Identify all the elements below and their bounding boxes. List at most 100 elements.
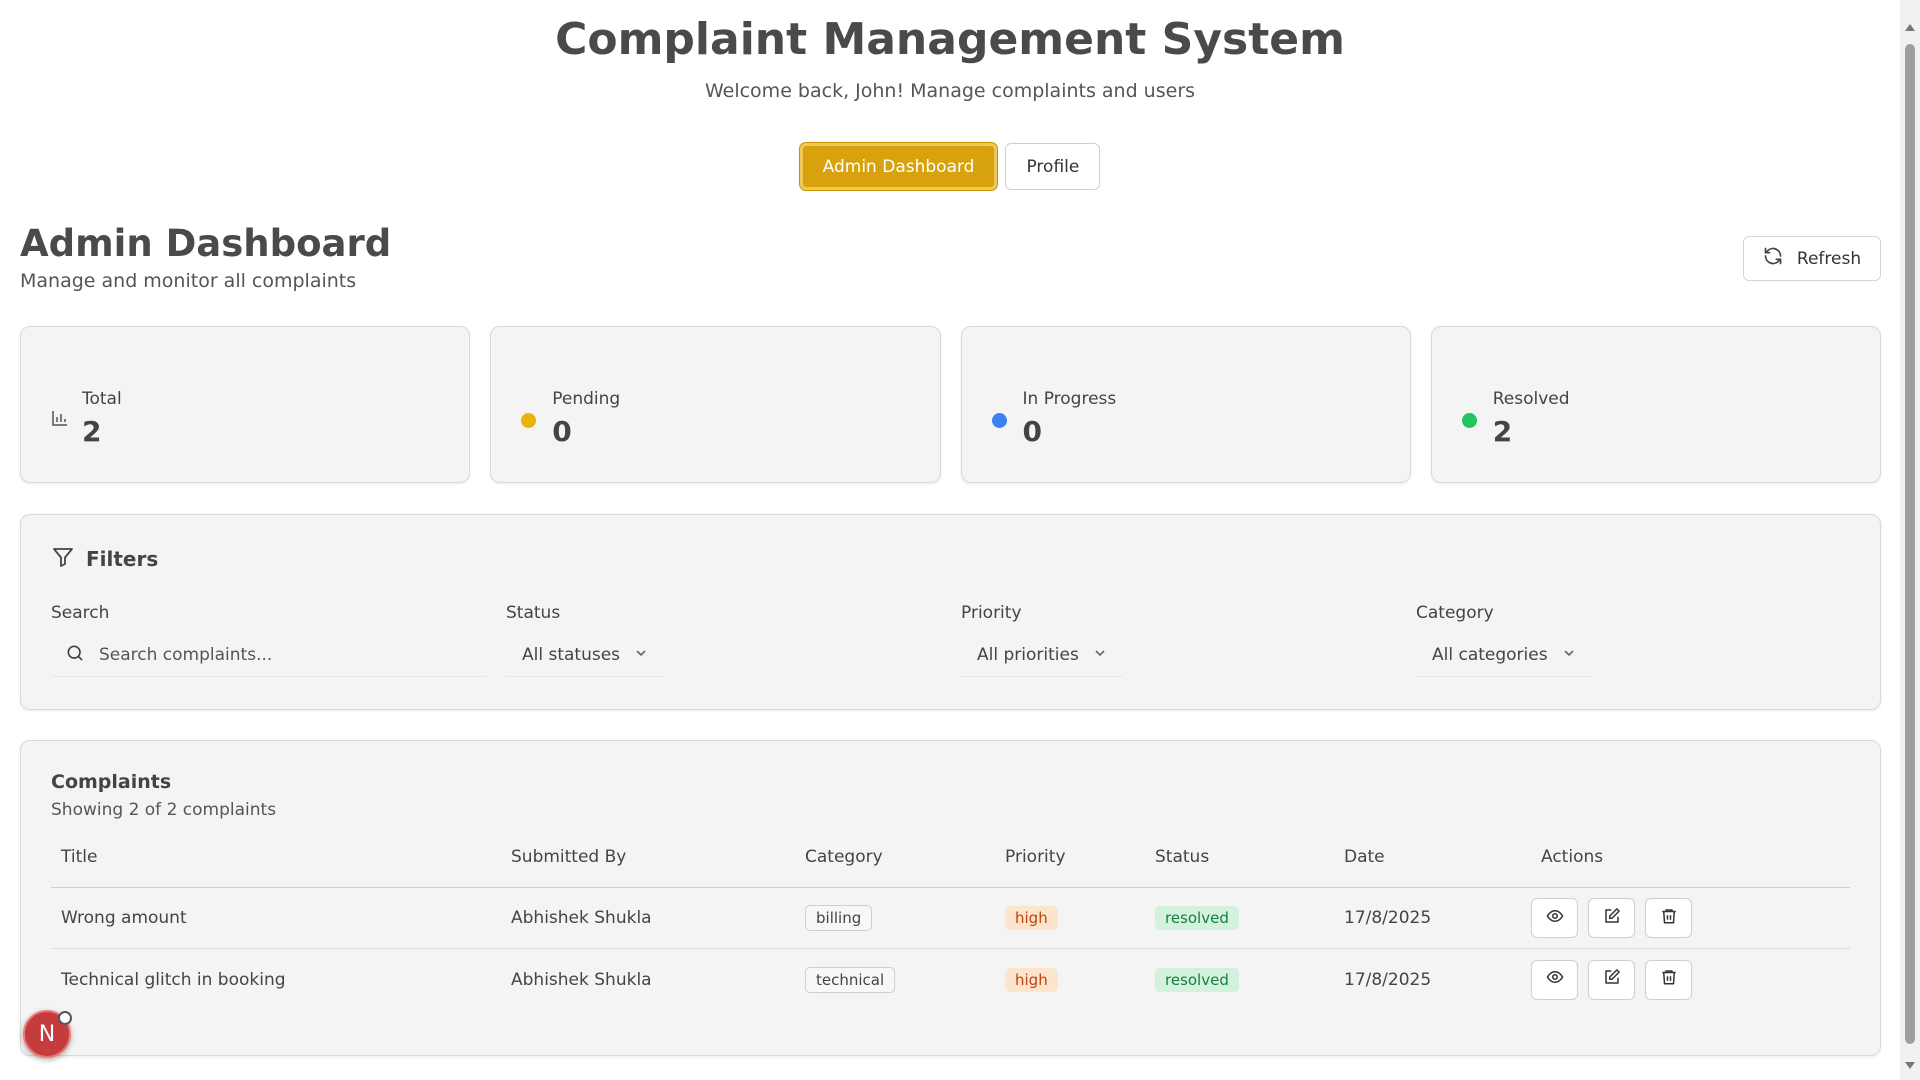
view-button[interactable]	[1531, 959, 1578, 1000]
stat-card-pending: Pending 0	[490, 326, 941, 483]
status-badge: resolved	[1155, 967, 1239, 992]
table-row: Technical glitch in booking Abhishek Shu…	[51, 949, 1850, 1010]
eye-icon	[1546, 907, 1564, 930]
stat-card-total: Total 2	[20, 326, 471, 483]
stat-label: Pending	[552, 389, 621, 409]
stats-row: Total 2 Pending 0 In Progress 0 Resolved…	[20, 326, 1881, 483]
in-progress-dot-icon	[991, 413, 1007, 428]
column-header: Date	[1344, 847, 1385, 867]
complaints-table: Title Submitted By Category Priority Sta…	[51, 847, 1850, 1010]
trash-icon	[1660, 907, 1678, 930]
search-box	[51, 633, 486, 677]
stat-value: 0	[552, 415, 572, 448]
table-header: Title Submitted By Category Priority Sta…	[51, 847, 1850, 888]
complaint-submitter: Abhishek Shukla	[511, 908, 652, 928]
column-header: Category	[805, 847, 883, 867]
complaint-title: Wrong amount	[61, 908, 187, 928]
complaints-title: Complaints	[51, 771, 172, 793]
priority-badge: high	[1005, 906, 1058, 930]
row-actions	[1531, 888, 1692, 948]
delete-button[interactable]	[1645, 898, 1692, 938]
stat-label: Total	[82, 389, 122, 409]
stat-value: 2	[1492, 415, 1513, 448]
complaint-date: 17/8/2025	[1344, 969, 1432, 990]
dev-tools-indicator	[58, 1011, 72, 1025]
search-filter: Search	[51, 603, 486, 677]
resolved-dot-icon	[1461, 413, 1477, 428]
edit-icon	[1603, 907, 1621, 930]
vertical-scrollbar[interactable]	[1900, 0, 1920, 1080]
status-label: Status	[506, 603, 561, 623]
priority-select-value: All priorities	[977, 644, 1079, 665]
column-header: Title	[61, 847, 98, 867]
stat-label: Resolved	[1492, 389, 1570, 409]
edit-button[interactable]	[1588, 959, 1635, 1000]
priority-badge: high	[1005, 967, 1058, 992]
complaint-date: 17/8/2025	[1344, 908, 1432, 928]
trash-icon	[1660, 968, 1678, 991]
view-button[interactable]	[1531, 898, 1578, 938]
column-header: Submitted By	[511, 847, 627, 867]
chevron-down-icon	[1093, 645, 1107, 665]
row-actions	[1531, 949, 1692, 1010]
tab-admin-dashboard[interactable]: Admin Dashboard	[799, 143, 998, 190]
tab-profile[interactable]: Profile	[1005, 143, 1101, 190]
refresh-icon	[1763, 246, 1783, 271]
scroll-up-arrow-icon[interactable]	[1905, 24, 1915, 31]
status-select-value: All statuses	[522, 644, 621, 665]
edit-icon	[1603, 968, 1621, 991]
scroll-thumb[interactable]	[1905, 44, 1915, 1044]
bar-chart-icon	[51, 409, 69, 431]
page: Complaint Management System Welcome back…	[0, 0, 1900, 1080]
complaints-count: Showing 2 of 2 complaints	[51, 800, 277, 820]
status-badge: resolved	[1155, 906, 1239, 930]
app-subtitle: Welcome back, John! Manage complaints an…	[704, 80, 1196, 102]
filter-icon	[51, 545, 75, 573]
stat-value: 2	[82, 415, 102, 448]
search-label: Search	[51, 603, 110, 623]
complaint-title: Technical glitch in booking	[61, 969, 286, 990]
edit-button[interactable]	[1588, 898, 1635, 938]
chevron-down-icon	[1562, 645, 1576, 665]
category-badge: technical	[805, 966, 896, 993]
stat-label: In Progress	[1022, 389, 1117, 409]
column-header: Actions	[1541, 847, 1604, 867]
filters-header: Filters	[51, 545, 158, 573]
chevron-down-icon	[634, 645, 648, 665]
priority-select[interactable]: All priorities	[961, 633, 1123, 677]
eye-icon	[1546, 968, 1564, 991]
delete-button[interactable]	[1645, 959, 1692, 1000]
category-label: Category	[1416, 603, 1494, 623]
stat-card-resolved: Resolved 2	[1430, 326, 1881, 483]
filters-panel: Filters Search Status All statuses	[20, 514, 1881, 710]
category-cell: billing	[805, 888, 873, 948]
status-cell: resolved	[1155, 888, 1239, 948]
refresh-label: Refresh	[1796, 248, 1862, 269]
category-cell: technical	[805, 949, 896, 1010]
status-select[interactable]: All statuses	[506, 633, 665, 677]
stat-value: 0	[1022, 415, 1042, 448]
main-nav: Admin Dashboard Profile	[0, 143, 1900, 190]
complaints-panel: Complaints Showing 2 of 2 complaints Tit…	[20, 740, 1881, 1056]
column-header: Status	[1155, 847, 1210, 867]
complaint-submitter: Abhishek Shukla	[511, 969, 652, 990]
page-title: Admin Dashboard	[20, 222, 392, 265]
category-badge: billing	[805, 905, 873, 931]
refresh-button[interactable]: Refresh	[1743, 236, 1881, 281]
status-filter: Status All statuses	[506, 603, 665, 677]
search-input[interactable]	[99, 644, 459, 665]
scroll-down-arrow-icon[interactable]	[1905, 1062, 1915, 1069]
category-select-value: All categories	[1432, 644, 1548, 665]
pending-dot-icon	[521, 413, 537, 428]
priority-cell: high	[1005, 888, 1058, 948]
priority-cell: high	[1005, 949, 1058, 1010]
priority-filter: Priority All priorities	[961, 603, 1123, 677]
category-select[interactable]: All categories	[1416, 633, 1592, 677]
column-header: Priority	[1005, 847, 1066, 867]
app-title: Complaint Management System	[555, 14, 1345, 65]
status-cell: resolved	[1155, 949, 1239, 1010]
priority-label: Priority	[961, 603, 1022, 623]
table-row: Wrong amount Abhishek Shukla billing hig…	[51, 888, 1850, 949]
page-subtitle: Manage and monitor all complaints	[20, 270, 357, 292]
search-icon	[65, 643, 85, 667]
